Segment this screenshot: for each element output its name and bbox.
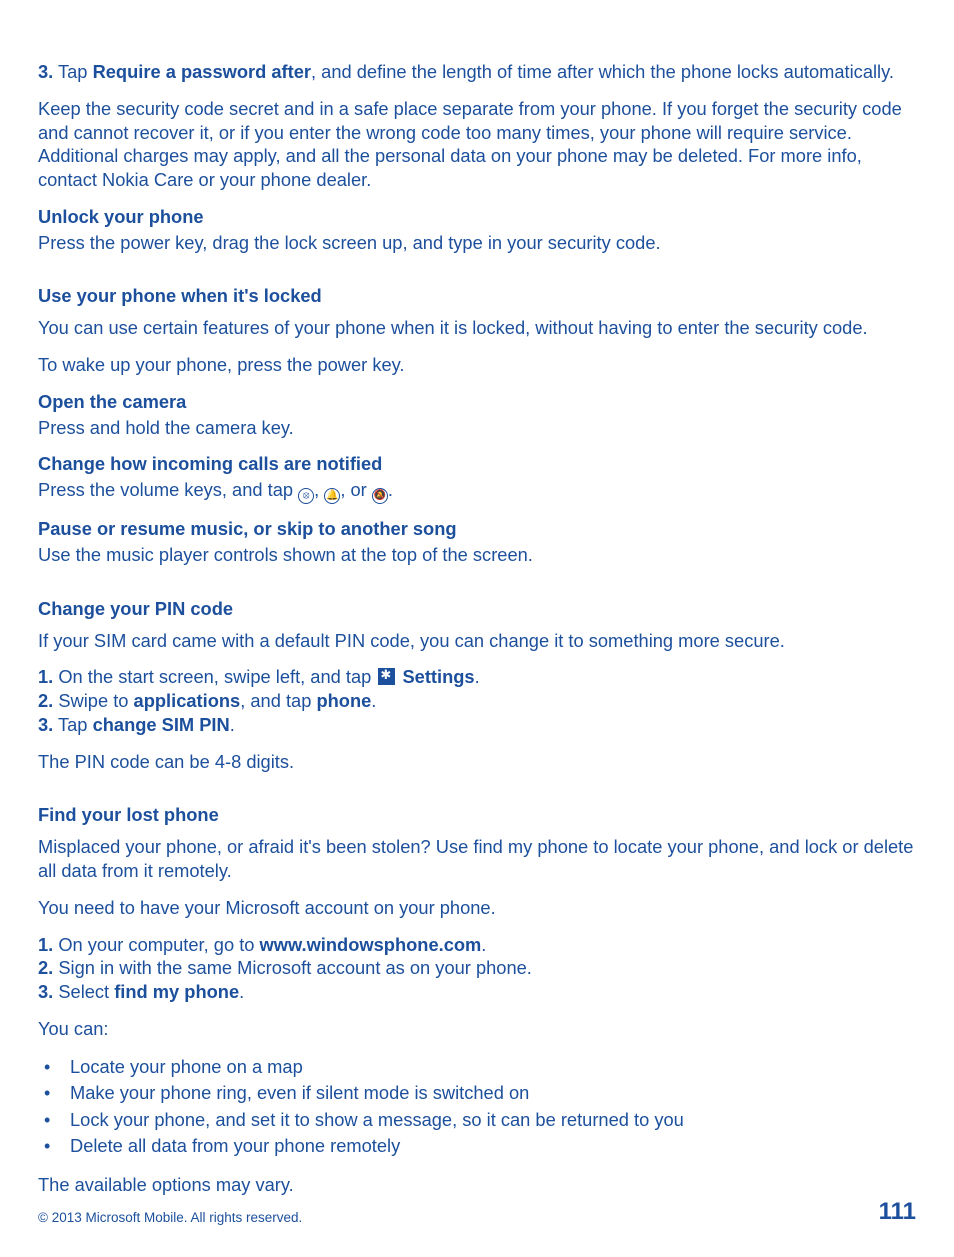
step-number: 3. [38, 61, 53, 82]
you-can-text: You can: [38, 1017, 916, 1041]
use-when-locked-text: You can use certain features of your pho… [38, 316, 916, 340]
page-footer: © 2013 Microsoft Mobile. All rights rese… [38, 1196, 916, 1227]
find-step-1: 1. On your computer, go to www.windowsph… [38, 933, 916, 957]
heading-open-camera: Open the camera [38, 390, 916, 414]
pin-digits-note: The PIN code can be 4-8 digits. [38, 750, 916, 774]
heading-change-pin: Change your PIN code [38, 597, 916, 621]
wake-phone-text: To wake up your phone, press the power k… [38, 353, 916, 377]
find-options-list: Locate your phone on a map Make your pho… [38, 1054, 916, 1160]
list-item: Make your phone ring, even if silent mod… [38, 1080, 916, 1107]
settings-icon [378, 668, 395, 685]
step-3-password: 3. Tap Require a password after, and def… [38, 60, 916, 84]
security-code-note: Keep the security code secret and in a s… [38, 97, 916, 192]
find-phone-intro: Misplaced your phone, or afraid it's bee… [38, 835, 916, 883]
pin-steps: 1. On the start screen, swipe left, and … [38, 665, 916, 736]
find-step-3: 3. Select find my phone. [38, 980, 916, 1004]
pause-music-text: Use the music player controls shown at t… [38, 543, 916, 567]
list-item: Locate your phone on a map [38, 1054, 916, 1081]
find-phone-ms-account: You need to have your Microsoft account … [38, 896, 916, 920]
pin-step-2: 2. Swipe to applications, and tap phone. [38, 689, 916, 713]
options-vary-text: The available options may vary. [38, 1173, 916, 1197]
pin-step-3: 3. Tap change SIM PIN. [38, 713, 916, 737]
change-calls-text: Press the volume keys, and tap ⦻, 🔔, or … [38, 478, 916, 504]
change-pin-intro: If your SIM card came with a default PIN… [38, 629, 916, 653]
list-item: Delete all data from your phone remotely [38, 1133, 916, 1160]
unlock-phone-text: Press the power key, drag the lock scree… [38, 231, 916, 255]
find-step-2: 2. Sign in with the same Microsoft accou… [38, 956, 916, 980]
open-camera-text: Press and hold the camera key. [38, 416, 916, 440]
heading-pause-music: Pause or resume music, or skip to anothe… [38, 517, 916, 541]
heading-find-phone: Find your lost phone [38, 803, 916, 827]
page-content: 3. Tap Require a password after, and def… [38, 60, 916, 1197]
pin-step-1: 1. On the start screen, swipe left, and … [38, 665, 916, 689]
copyright-text: © 2013 Microsoft Mobile. All rights rese… [38, 1209, 302, 1227]
find-steps: 1. On your computer, go to www.windowsph… [38, 933, 916, 1004]
vibrate-icon: ⦻ [298, 488, 314, 504]
heading-use-when-locked: Use your phone when it's locked [38, 284, 916, 308]
silent-icon: 🔕 [372, 488, 388, 504]
ring-icon: 🔔 [324, 488, 340, 504]
heading-unlock-phone: Unlock your phone [38, 205, 916, 229]
heading-change-calls: Change how incoming calls are notified [38, 452, 916, 476]
list-item: Lock your phone, and set it to show a me… [38, 1107, 916, 1134]
page-number: 111 [879, 1196, 916, 1227]
